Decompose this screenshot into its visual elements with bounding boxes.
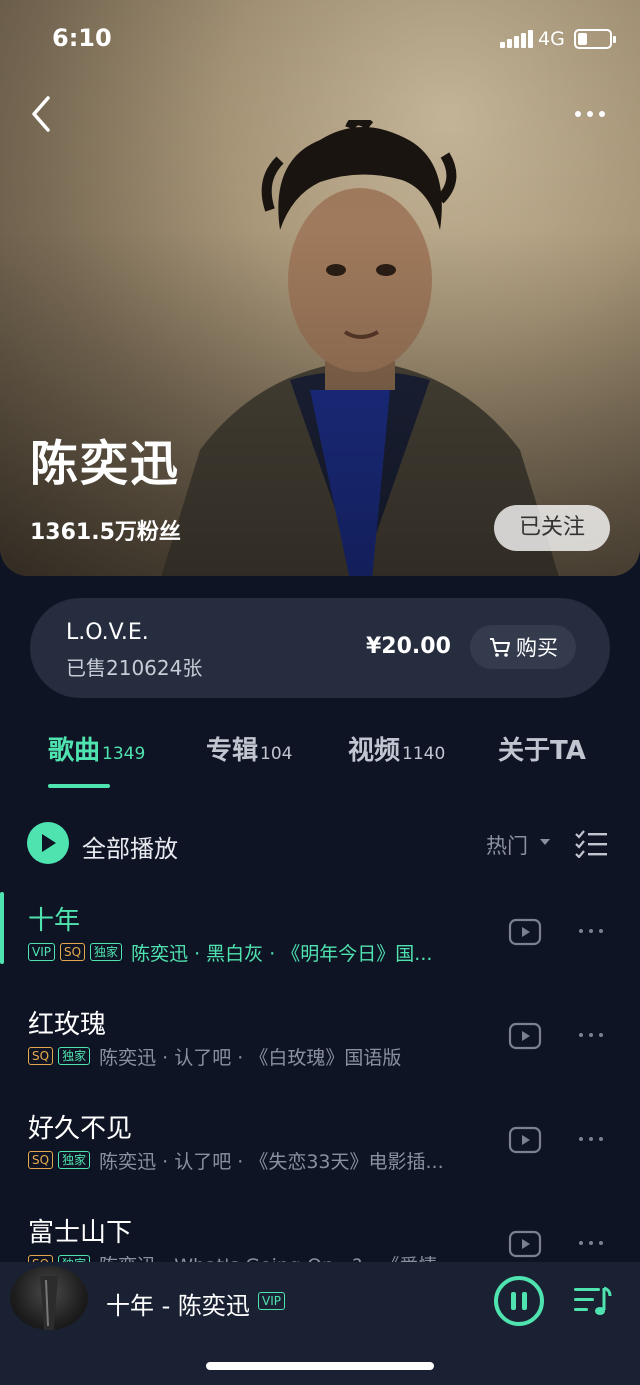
vip-badge: VIP: [28, 943, 55, 961]
buy-label: 购买: [516, 636, 558, 660]
song-artist-album: 陈奕迅 · 认了吧 · 《失恋33天》电影插...: [99, 1150, 444, 1173]
tab-count: 1140: [402, 744, 446, 764]
song-row[interactable]: 十年 VIP SQ 独家 陈奕迅 · 黑白灰 · 《明年今日》国...: [0, 886, 640, 990]
tab-label: 视频: [348, 736, 401, 766]
status-bar: 6:10 4G: [0, 0, 640, 78]
tab-videos[interactable]: 视频 1140: [348, 730, 445, 767]
artist-hero: 6:10 4G 陈奕迅 1361.5万粉丝 已关注: [0, 0, 640, 576]
pause-button[interactable]: [494, 1276, 544, 1326]
song-artist-album: 陈奕迅 · 黑白灰 · 《明年今日》国...: [131, 942, 433, 965]
tab-albums[interactable]: 专辑 104: [206, 730, 292, 767]
song-title: 好久不见: [28, 1114, 133, 1144]
tab-label: 歌曲: [48, 736, 101, 766]
song-more-icon[interactable]: [574, 1028, 608, 1042]
tab-songs[interactable]: 歌曲 1349: [48, 730, 145, 767]
video-play-icon[interactable]: [508, 1230, 542, 1258]
fans-count: 1361.5万粉丝: [30, 520, 181, 545]
status-time: 6:10: [52, 24, 112, 52]
video-play-icon[interactable]: [508, 1022, 542, 1050]
tab-count: 1349: [102, 744, 146, 764]
song-list: 十年 VIP SQ 独家 陈奕迅 · 黑白灰 · 《明年今日》国... 红玫瑰 …: [0, 886, 640, 1262]
buy-button[interactable]: 购买: [470, 625, 576, 669]
now-playing-title: 十年 - 陈奕迅: [106, 1292, 250, 1320]
play-all-button[interactable]: [27, 822, 69, 864]
artist-page: 6:10 4G 陈奕迅 1361.5万粉丝 已关注 L.O.V.E. 已售210…: [0, 0, 640, 1385]
tab-label: 关于TA: [498, 736, 586, 766]
now-playing-cover[interactable]: [10, 1266, 88, 1330]
sq-badge: SQ: [28, 1255, 54, 1262]
pause-icon: [511, 1292, 516, 1310]
song-meta: SQ 独家 陈奕迅 · 认了吧 · 《失恋33天》电影插...: [28, 1146, 494, 1174]
album-sold-count: 已售210624张: [66, 656, 203, 680]
song-title: 富士山下: [28, 1218, 133, 1248]
home-indicator: [206, 1362, 434, 1370]
video-play-icon[interactable]: [508, 1126, 542, 1154]
album-title: L.O.V.E.: [66, 620, 149, 645]
playlist-icon[interactable]: [572, 1284, 612, 1318]
exclusive-badge: 独家: [58, 1047, 91, 1065]
exclusive-badge: 独家: [90, 943, 123, 961]
tab-count: 104: [260, 744, 293, 764]
back-icon[interactable]: [24, 92, 64, 136]
play-all-row: 全部播放 热门: [0, 818, 640, 868]
song-meta: SQ 独家 陈奕迅 · 认了吧 · 《白玫瑰》国语版: [28, 1042, 494, 1070]
play-all-label[interactable]: 全部播放: [82, 829, 178, 864]
song-more-icon[interactable]: [574, 1236, 608, 1250]
song-artist-album: 陈奕迅 · 认了吧 · 《白玫瑰》国语版: [99, 1046, 402, 1069]
mini-player[interactable]: 十年 - 陈奕迅 VIP: [0, 1262, 640, 1385]
follow-button[interactable]: 已关注: [494, 505, 610, 551]
song-meta: SQ 独家 陈奕迅 · What's Going On...? · 《爱情...: [28, 1250, 494, 1262]
song-title: 红玫瑰: [28, 1010, 107, 1040]
multi-select-icon[interactable]: [574, 830, 608, 858]
content-tabs: 歌曲 1349 专辑 104 视频 1140 关于TA: [0, 730, 640, 790]
tab-about[interactable]: 关于TA: [498, 730, 586, 767]
video-play-icon[interactable]: [508, 918, 542, 946]
vip-badge: VIP: [258, 1292, 285, 1310]
sq-badge: SQ: [28, 1047, 54, 1065]
sort-dropdown[interactable]: 热门: [486, 830, 528, 860]
cart-icon: [490, 638, 510, 657]
now-playing-indicator: [0, 892, 4, 964]
exclusive-badge: 独家: [58, 1255, 91, 1262]
caret-down-icon: [540, 839, 550, 845]
song-more-icon[interactable]: [574, 924, 608, 938]
play-icon: [42, 834, 56, 852]
song-title: 十年: [28, 906, 81, 936]
network-type: 4G: [538, 28, 565, 50]
battery-icon: [574, 29, 616, 49]
album-purchase-card[interactable]: L.O.V.E. 已售210624张 ¥20.00 购买: [30, 598, 610, 698]
signal-icon: [500, 30, 533, 48]
exclusive-badge: 独家: [58, 1151, 91, 1169]
song-more-icon[interactable]: [574, 1132, 608, 1146]
album-price: ¥20.00: [366, 634, 451, 659]
tab-label: 专辑: [206, 736, 259, 766]
song-artist-album: 陈奕迅 · What's Going On...? · 《爱情...: [99, 1251, 455, 1263]
sq-badge: SQ: [28, 1151, 54, 1169]
song-row[interactable]: 富士山下 SQ 独家 陈奕迅 · What's Going On...? · 《…: [0, 1198, 640, 1262]
song-row[interactable]: 红玫瑰 SQ 独家 陈奕迅 · 认了吧 · 《白玫瑰》国语版: [0, 990, 640, 1094]
tab-indicator: [48, 784, 110, 788]
song-meta: VIP SQ 独家 陈奕迅 · 黑白灰 · 《明年今日》国...: [28, 938, 494, 966]
artist-name: 陈奕迅: [30, 436, 181, 492]
song-row[interactable]: 好久不见 SQ 独家 陈奕迅 · 认了吧 · 《失恋33天》电影插...: [0, 1094, 640, 1198]
more-options-icon[interactable]: [568, 100, 612, 128]
sq-badge: SQ: [59, 943, 86, 961]
